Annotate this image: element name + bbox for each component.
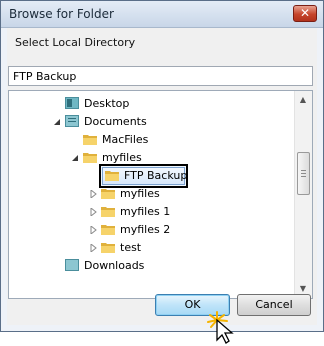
tree-item-label: FTP Backup xyxy=(124,169,188,182)
tree-item-label: myfiles xyxy=(120,187,160,200)
dialog-body: Select Local Directory Desktop Documents xyxy=(7,28,317,344)
tree-item-macfiles[interactable]: MacFiles xyxy=(9,131,289,149)
tree-item-downloads[interactable]: Downloads xyxy=(9,257,289,275)
close-icon: ✕ xyxy=(299,6,311,20)
folder-icon xyxy=(83,135,97,145)
scroll-down-arrow-icon[interactable]: ▼ xyxy=(298,284,308,294)
collapsed-arrow-icon[interactable] xyxy=(89,208,97,216)
folder-icon xyxy=(83,153,97,163)
folder-tree[interactable]: Desktop Documents MacFiles myfiles FTP B… xyxy=(8,90,313,299)
mouse-pointer-icon xyxy=(207,311,234,344)
window-title: Browse for Folder xyxy=(9,7,114,21)
folder-path-input[interactable] xyxy=(8,66,313,86)
tree-item-label: myfiles xyxy=(102,151,142,164)
folder-icon xyxy=(101,189,115,199)
tree-item-myfiles-1[interactable]: myfiles 1 xyxy=(9,203,289,221)
cancel-button[interactable]: Cancel xyxy=(237,294,311,316)
tree-item-label: myfiles 1 xyxy=(120,205,171,218)
documents-folder-icon xyxy=(65,115,79,127)
collapsed-arrow-icon[interactable] xyxy=(89,244,97,252)
tree-item-documents[interactable]: Documents xyxy=(9,113,289,131)
close-button[interactable]: ✕ xyxy=(293,5,317,22)
tree-item-label: test xyxy=(120,241,142,254)
expanded-arrow-icon[interactable] xyxy=(71,154,79,162)
tree-item-label: Documents xyxy=(84,115,147,128)
tree-item-label: MacFiles xyxy=(102,133,149,146)
tree-item-label: myfiles 2 xyxy=(120,223,171,236)
folder-icon xyxy=(101,207,115,217)
tree-item-test[interactable]: test xyxy=(9,239,289,257)
title-bar[interactable]: Browse for Folder ✕ xyxy=(1,1,323,28)
tree-item-desktop[interactable]: Desktop xyxy=(9,95,289,113)
tree-item-label: Downloads xyxy=(84,259,145,272)
vertical-scrollbar[interactable]: ▲ ▼ xyxy=(294,91,312,298)
collapsed-arrow-icon[interactable] xyxy=(89,226,97,234)
prompt-label: Select Local Directory xyxy=(15,36,136,49)
folder-icon xyxy=(101,243,115,253)
desktop-folder-icon xyxy=(65,97,79,109)
expanded-arrow-icon[interactable] xyxy=(53,118,61,126)
tree-item-ftp-backup[interactable]: FTP Backup xyxy=(9,167,289,185)
tree-item-label: Desktop xyxy=(84,97,130,110)
tree-item-myfiles-2[interactable]: myfiles 2 xyxy=(9,221,289,239)
tree-item-myfiles-sub[interactable]: myfiles xyxy=(9,185,289,203)
browse-for-folder-dialog: Browse for Folder ✕ Select Local Directo… xyxy=(0,0,324,344)
scrollbar-thumb[interactable] xyxy=(297,152,310,195)
downloads-folder-icon xyxy=(65,259,79,271)
collapsed-arrow-icon[interactable] xyxy=(89,190,97,198)
folder-icon xyxy=(105,171,119,181)
scroll-up-arrow-icon[interactable]: ▲ xyxy=(298,95,308,105)
folder-icon xyxy=(101,225,115,235)
